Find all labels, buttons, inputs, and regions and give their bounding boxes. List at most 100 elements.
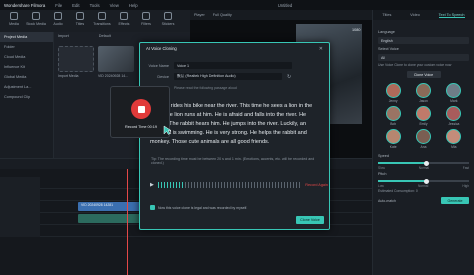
sidebar-item-cloud-media[interactable]: Cloud Media <box>0 52 53 62</box>
transitions-icon <box>98 12 106 20</box>
avatar <box>385 129 401 144</box>
language-select[interactable]: English <box>378 37 469 44</box>
voice-item[interactable]: Kate <box>378 129 408 149</box>
pitch-low-mark: Low <box>378 184 384 188</box>
stickers-icon <box>164 12 172 20</box>
track-header <box>0 201 40 213</box>
voice-item[interactable]: Bob <box>378 106 408 126</box>
player-label: Player <box>194 13 205 17</box>
toolbar-filters[interactable]: Filters <box>136 12 156 30</box>
menu-edit[interactable]: Edit <box>72 3 79 8</box>
voice-item[interactable]: Jenny <box>378 83 408 103</box>
toolbar-titles[interactable]: Titles <box>70 12 90 30</box>
tab-text-to-speech[interactable]: Text To Speech <box>438 13 465 18</box>
tab-video[interactable]: Video <box>410 13 420 17</box>
voice-item[interactable]: Emily <box>408 106 438 126</box>
import-media-tile[interactable] <box>58 46 94 72</box>
toolbar-stickers[interactable]: Stickers <box>158 12 178 30</box>
menu-tools[interactable]: Tools <box>90 3 100 8</box>
voice-item[interactable]: Ana <box>408 129 438 149</box>
import-media-caption: Import Media <box>58 74 79 78</box>
menu-file[interactable]: File <box>55 3 62 8</box>
voice-item[interactable]: Mark <box>439 83 469 103</box>
sidebar-item-compound-clip[interactable]: Compound Clip <box>0 92 53 102</box>
generate-button[interactable]: Generate <box>441 197 469 204</box>
voice-item[interactable]: Mia <box>439 129 469 149</box>
toolbar-audio[interactable]: Audio <box>48 12 68 30</box>
video-clip[interactable]: VID 20240928 14281 <box>78 202 144 211</box>
consent-text: Now this voice clone is legal and was re… <box>158 205 248 210</box>
main-toolbar: Media Stock Media Audio Titles Transitio… <box>0 10 190 32</box>
app-name: Wondershare Filmora <box>4 2 46 8</box>
play-icon[interactable]: ▶ <box>150 182 154 188</box>
pitch-high-mark: High <box>462 184 469 188</box>
playhead[interactable] <box>127 169 128 275</box>
record-time: Record Time 00:19 <box>124 125 158 129</box>
avatar <box>385 106 401 121</box>
record-again-button[interactable]: Record Again <box>305 183 328 187</box>
clone-voice-button[interactable]: Clone Voice <box>406 71 441 78</box>
menu-help[interactable]: Help <box>129 3 138 8</box>
consent-checkbox[interactable] <box>150 205 155 210</box>
video-thumbnail[interactable] <box>98 46 134 72</box>
voice-clone-hint: Use Voice Clone to clone your custom voi… <box>378 63 452 67</box>
avatar <box>415 106 431 121</box>
sidebar-item-project-media[interactable]: Project Media <box>0 32 53 42</box>
speed-slider[interactable] <box>378 160 469 166</box>
stop-icon <box>137 105 145 113</box>
toolbar-media[interactable]: Media <box>4 12 24 30</box>
video-thumbnail-caption: VID 20240928 14... <box>98 74 129 78</box>
waveform[interactable] <box>157 182 302 188</box>
menu-view[interactable]: View <box>110 3 119 8</box>
voice-label: Select Voice <box>378 47 399 51</box>
toolbar-transitions[interactable]: Transitions <box>92 12 112 30</box>
pitch-slider[interactable] <box>378 178 469 184</box>
sidebar-item-global-media[interactable]: Global Media <box>0 72 53 82</box>
speed-slider-knob[interactable] <box>424 160 429 166</box>
voice-item[interactable]: Jessica <box>439 106 469 126</box>
toolbar-effects[interactable]: Effects <box>114 12 134 30</box>
avatar <box>415 83 431 98</box>
text-to-speech-panel: Titles Video Text To Speech Language Eng… <box>372 10 474 275</box>
voice-name-label: Voice Name <box>148 63 169 68</box>
avatar <box>385 83 401 98</box>
voice-filter-select[interactable]: All <box>378 54 469 61</box>
tab-titles[interactable]: Titles <box>382 13 391 17</box>
speed-normal-mark: Normal <box>418 166 429 170</box>
pitch-normal-mark: Normal <box>418 184 429 188</box>
close-icon[interactable]: ✕ <box>319 46 323 52</box>
auto-match-toggle[interactable]: Auto-match <box>378 199 396 203</box>
avatar <box>446 83 462 98</box>
voice-name-row: Voice Name Voice 1 <box>145 62 292 69</box>
sidebar-item-folder[interactable]: Folder <box>0 42 53 52</box>
audio-clip[interactable] <box>78 214 144 223</box>
toolbar-stock-media[interactable]: Stock Media <box>26 12 46 30</box>
refresh-icon[interactable]: ↻ <box>287 74 291 80</box>
avatar <box>446 129 462 144</box>
reading-prompt: Please read the following passage aloud <box>174 86 237 90</box>
speed-slow-mark: Slow <box>378 166 385 170</box>
stock-media-icon <box>32 12 40 20</box>
pitch-slider-knob[interactable] <box>424 178 429 184</box>
pitch-label: Pitch <box>378 172 387 176</box>
effects-icon <box>120 12 128 20</box>
sidebar-item-influence-kit[interactable]: Influence Kit <box>0 62 53 72</box>
clone-voice-submit-button[interactable]: Clone Voice <box>296 216 324 224</box>
media-icon <box>10 12 18 20</box>
import-tab[interactable]: Import <box>58 34 69 38</box>
quality-select[interactable]: Full Quality <box>213 13 232 17</box>
device-select[interactable]: 默认 (Realtek High Definition Audio) <box>174 73 282 80</box>
document-title: Untitled <box>277 2 293 8</box>
avatar <box>415 129 431 144</box>
cursor-icon <box>163 125 172 135</box>
consent-row: Now this voice clone is legal and was re… <box>150 205 328 210</box>
voice-item[interactable]: Jason <box>408 83 438 103</box>
voice-name-input[interactable]: Voice 1 <box>174 62 292 69</box>
avatar <box>446 106 462 121</box>
waveform-progress <box>157 182 184 188</box>
audio-playback-bar: ▶ Record Again <box>150 178 328 192</box>
track-header <box>0 189 40 201</box>
default-tab[interactable]: Default <box>99 34 111 38</box>
stop-recording-button[interactable] <box>131 99 151 119</box>
sidebar-item-adjustment-layer[interactable]: Adjustment La... <box>0 82 53 92</box>
